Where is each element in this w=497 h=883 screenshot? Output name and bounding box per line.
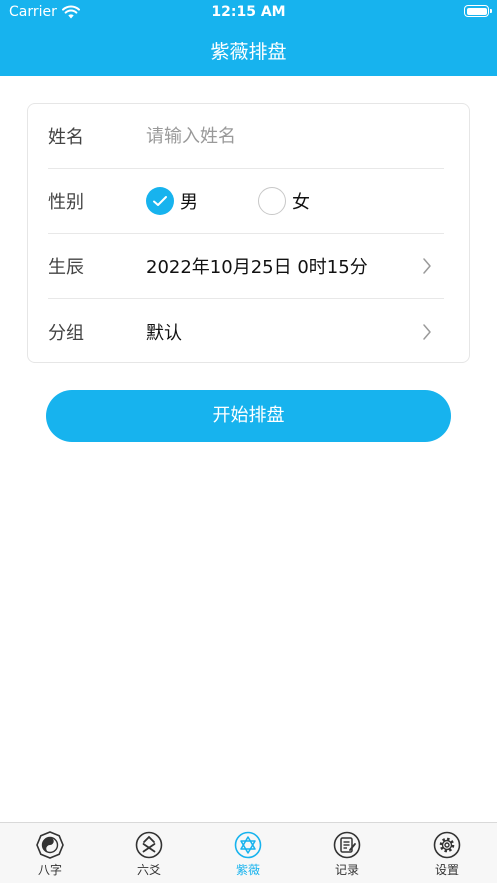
tab-label-records: 记录 — [334, 863, 359, 877]
chevron-right-icon — [423, 323, 431, 340]
notes-icon — [333, 831, 361, 859]
tab-bazi[interactable]: 八字 — [0, 823, 100, 883]
hexagram-lines-icon — [135, 831, 163, 859]
tab-records[interactable]: 记录 — [297, 823, 397, 883]
tab-bar: 八字 六爻 紫薇 记录 设置 — [0, 822, 497, 883]
birth-row[interactable]: 生辰 2022年10月25日 0时15分 — [48, 234, 444, 299]
gender-male-label: 男 — [180, 192, 198, 213]
radio-unchecked-icon[interactable] — [258, 187, 286, 215]
tab-label-liuyao: 六爻 — [136, 863, 161, 877]
gender-row: 性别 男 女 — [48, 169, 444, 234]
star-of-david-icon — [234, 831, 262, 859]
gear-icon — [433, 831, 461, 859]
page-title: 紫薇排盘 — [210, 41, 287, 63]
tab-settings[interactable]: 设置 — [397, 823, 497, 883]
name-input[interactable] — [146, 121, 426, 151]
name-row: 姓名 — [48, 104, 444, 169]
birth-value: 2022年10月25日 0时15分 — [146, 257, 368, 278]
start-chart-button[interactable]: 开始排盘 — [46, 390, 451, 442]
tab-label-bazi: 八字 — [37, 863, 62, 877]
clock: 12:15 AM — [211, 4, 286, 20]
status-bar: Carrier 12:15 AM — [0, 0, 497, 26]
chevron-right-icon — [423, 258, 431, 274]
group-label: 分组 — [48, 322, 84, 344]
tab-ziwei[interactable]: 紫薇 — [198, 823, 298, 883]
yin-yang-icon — [36, 831, 64, 859]
radio-checked-icon[interactable] — [146, 187, 174, 215]
tab-label-settings: 设置 — [434, 863, 459, 877]
gender-label: 性别 — [48, 192, 84, 213]
name-label: 姓名 — [48, 127, 84, 148]
gender-option-male[interactable]: 男 — [146, 187, 198, 215]
birth-label: 生辰 — [48, 257, 84, 278]
tab-label-ziwei: 紫薇 — [235, 863, 260, 877]
battery-icon — [464, 5, 492, 17]
gender-female-label: 女 — [292, 192, 310, 213]
header: Carrier 12:15 AM 紫薇排盘 — [0, 0, 497, 76]
chart-form: 姓名 性别 男 女 生辰 2022年10月25日 0时15分 分组 默认 — [27, 103, 470, 363]
gender-option-female[interactable]: 女 — [258, 187, 310, 215]
group-row[interactable]: 分组 默认 — [48, 299, 444, 364]
tab-liuyao[interactable]: 六爻 — [99, 823, 199, 883]
group-value: 默认 — [146, 322, 182, 344]
